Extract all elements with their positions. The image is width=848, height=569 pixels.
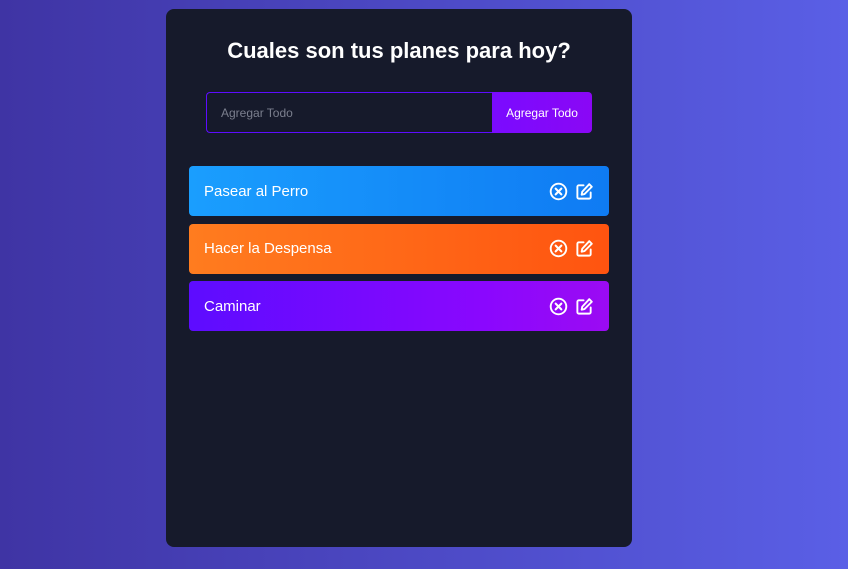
todo-text[interactable]: Caminar bbox=[204, 298, 261, 315]
todo-input[interactable] bbox=[206, 92, 492, 133]
page-title: Cuales son tus planes para hoy? bbox=[227, 38, 571, 63]
close-circle-icon[interactable] bbox=[549, 239, 568, 258]
todo-actions bbox=[549, 239, 594, 258]
todo-list: Pasear al Perro Hacer la Despensa Camina… bbox=[189, 166, 609, 339]
todo-actions bbox=[549, 297, 594, 316]
todo-row[interactable]: Pasear al Perro bbox=[189, 166, 609, 216]
add-todo-button[interactable]: Agregar Todo bbox=[492, 92, 592, 133]
close-circle-icon[interactable] bbox=[549, 182, 568, 201]
close-circle-icon[interactable] bbox=[549, 297, 568, 316]
edit-icon[interactable] bbox=[575, 182, 594, 201]
todo-row[interactable]: Hacer la Despensa bbox=[189, 223, 609, 274]
todo-row[interactable]: Caminar bbox=[189, 281, 609, 331]
todo-text[interactable]: Pasear al Perro bbox=[204, 183, 308, 200]
todo-actions bbox=[549, 182, 594, 201]
todo-app: Cuales son tus planes para hoy? Agregar … bbox=[166, 9, 632, 547]
todo-text[interactable]: Hacer la Despensa bbox=[204, 240, 332, 257]
edit-icon[interactable] bbox=[575, 297, 594, 316]
edit-icon[interactable] bbox=[575, 239, 594, 258]
todo-form: Agregar Todo bbox=[206, 92, 592, 133]
